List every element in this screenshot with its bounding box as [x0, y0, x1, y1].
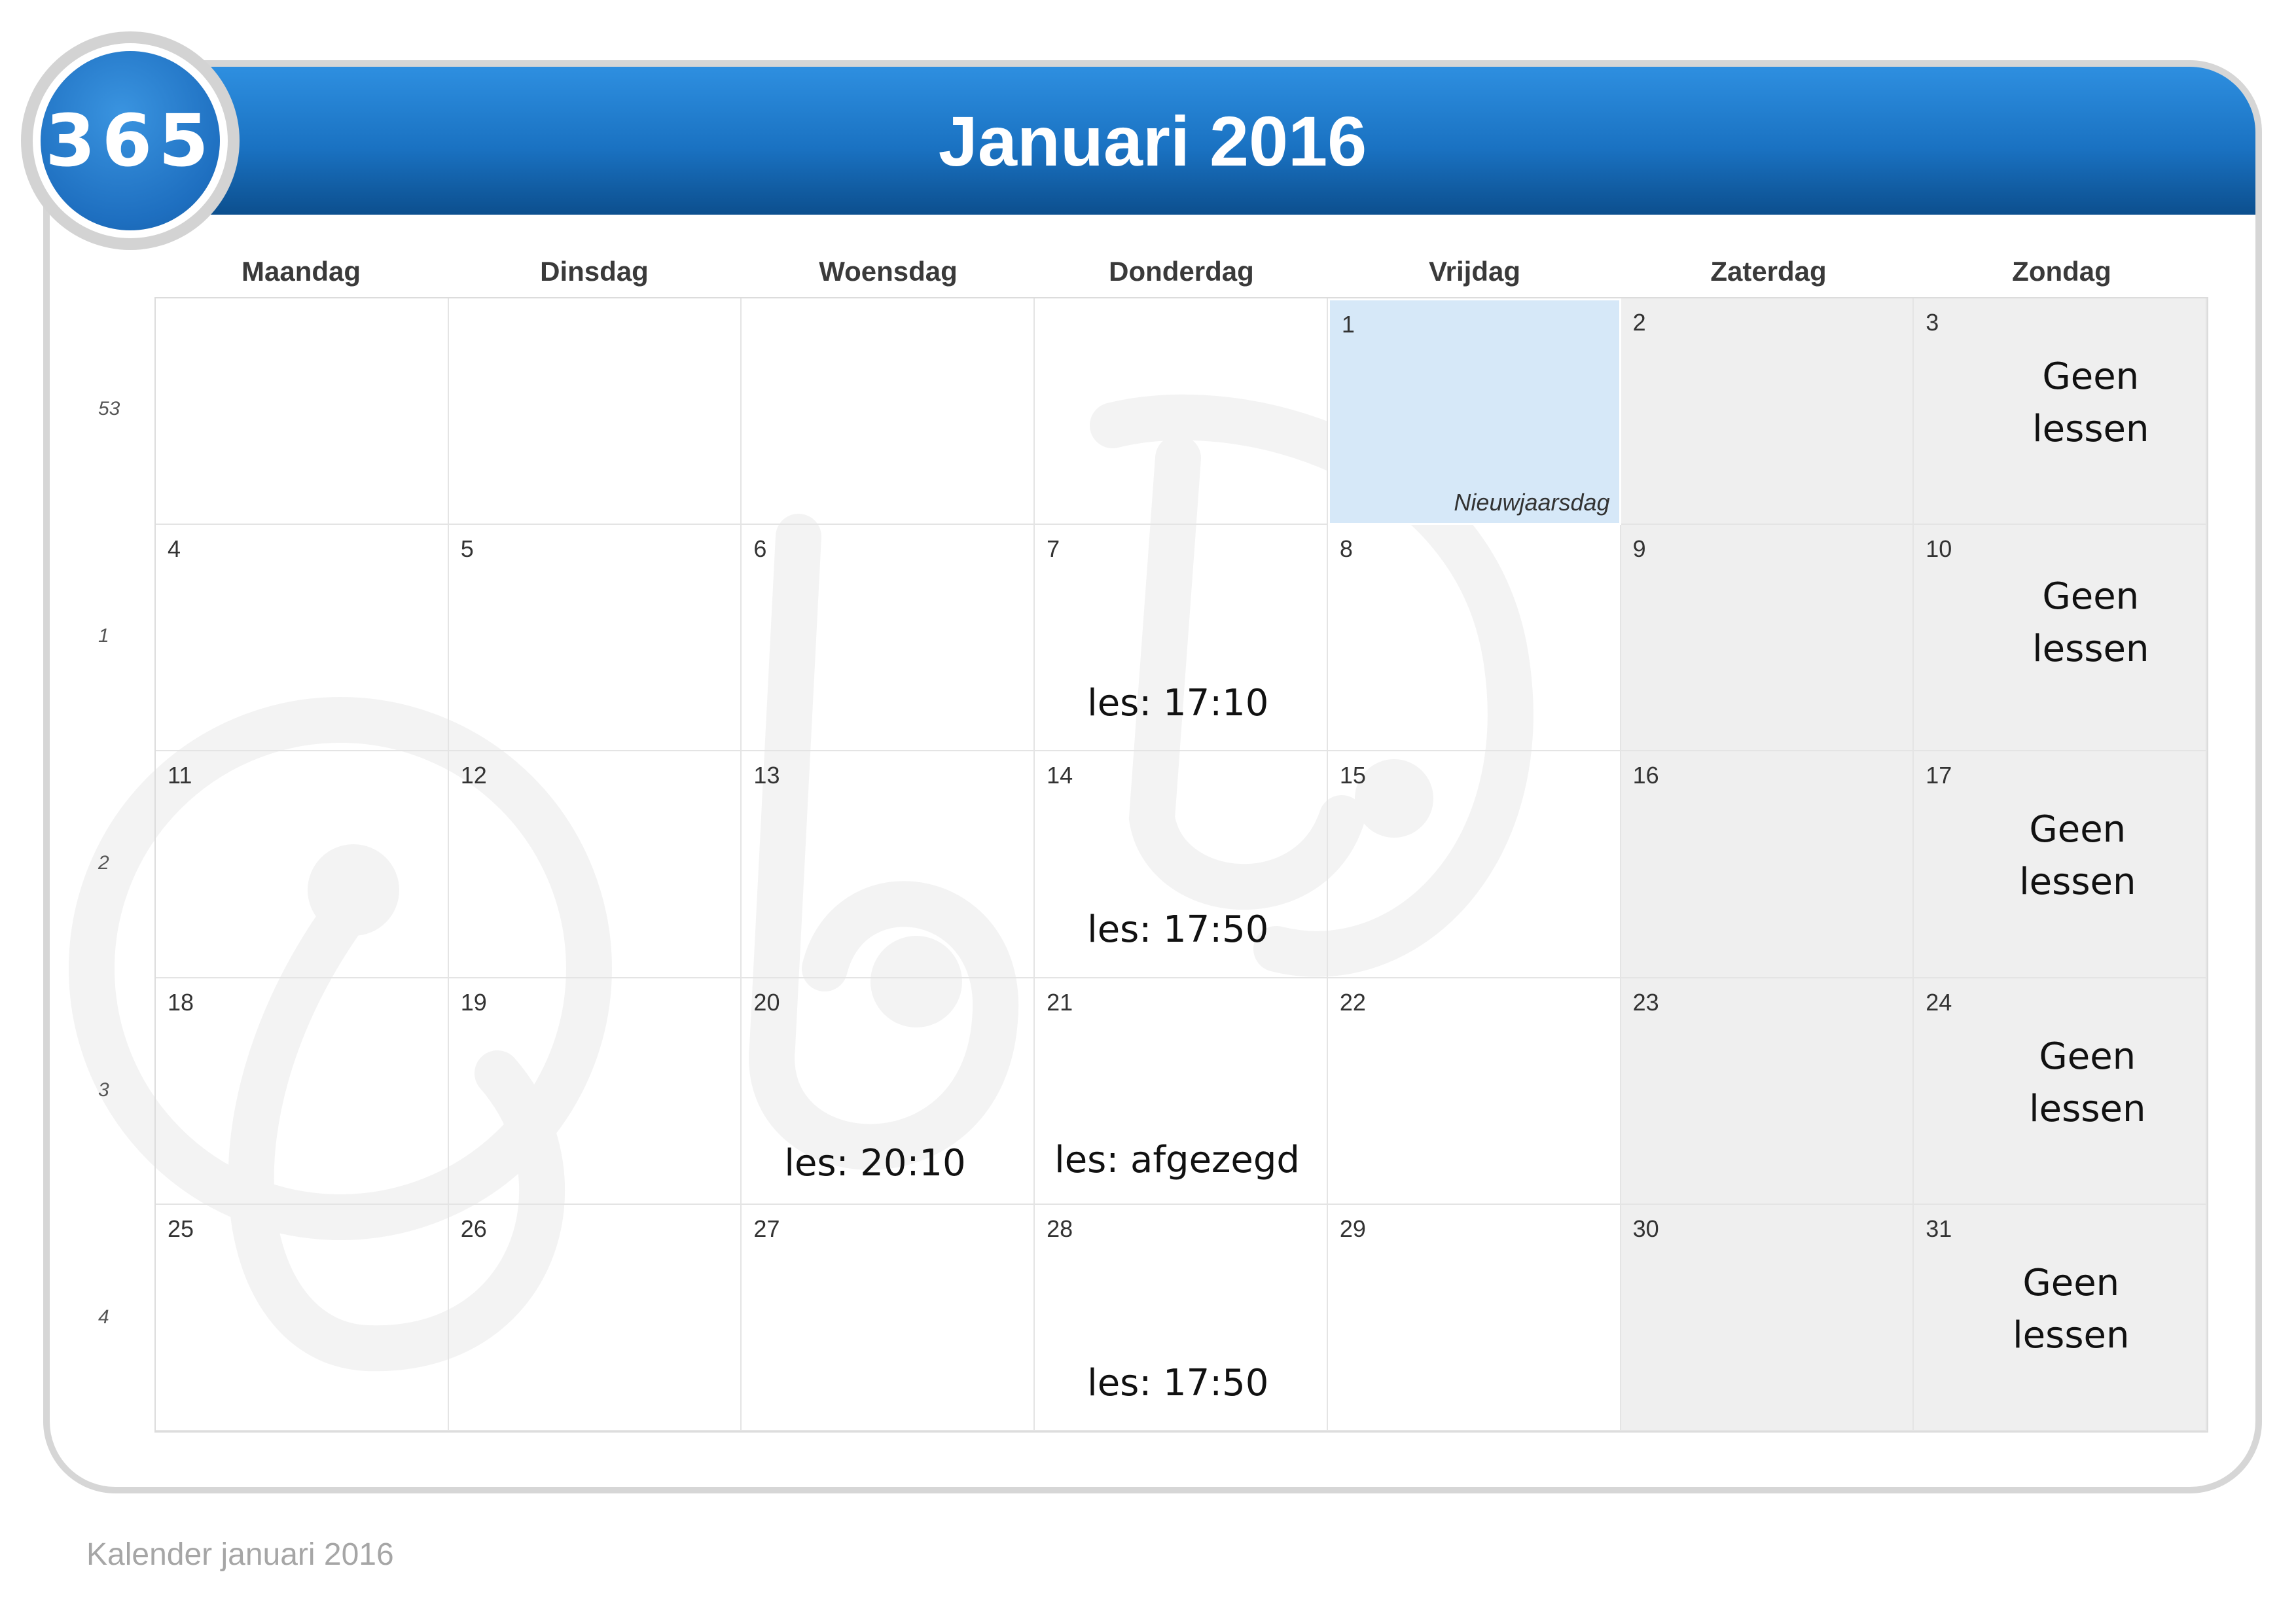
calendar-grid: 1 Nieuwjaarsdag 2 3 Geen lessen 4 5 6 7 …	[154, 297, 2208, 1433]
weekday-friday: Vrijdag	[1428, 256, 1521, 287]
day-cell-empty	[1035, 298, 1328, 526]
day-number: 5	[460, 535, 474, 563]
day-number: 21	[1047, 988, 1073, 1016]
day-number: 15	[1339, 762, 1366, 789]
day-cell-17[interactable]: 17 Geen lessen	[1914, 751, 2207, 978]
day-cell-empty	[742, 298, 1035, 526]
day-cell-25[interactable]: 25	[156, 1204, 449, 1431]
lesson-note: les: 20:10	[784, 1141, 966, 1185]
weekday-monday: Maandag	[241, 256, 361, 287]
holiday-label: Nieuwjaarsdag	[1454, 489, 1610, 516]
day-number: 30	[1632, 1215, 1659, 1242]
footer-caption: Kalender januari 2016	[86, 1537, 394, 1572]
week-number: 1	[98, 625, 109, 647]
day-number: 19	[460, 988, 487, 1016]
note-geen-lessen: Geen lessen	[2019, 808, 2136, 904]
weekday-sunday: Zondag	[2012, 256, 2111, 287]
note-geen-lessen: Geen lessen	[2013, 1261, 2130, 1357]
day-number: 26	[460, 1215, 487, 1242]
day-cell-23[interactable]: 23	[1621, 978, 1914, 1205]
note-geen-lessen: Geen lessen	[2032, 355, 2149, 450]
day-cell-11[interactable]: 11	[156, 751, 449, 978]
day-cell-30[interactable]: 30	[1621, 1204, 1914, 1431]
day-cell-26[interactable]: 26	[448, 1204, 742, 1431]
week-number: 4	[98, 1306, 109, 1328]
day-cell-22[interactable]: 22	[1327, 978, 1621, 1205]
week-number: 2	[98, 852, 109, 874]
day-number: 6	[753, 535, 767, 563]
day-number: 23	[1632, 988, 1659, 1016]
day-number: 29	[1339, 1215, 1366, 1242]
day-number: 27	[753, 1215, 780, 1242]
weekday-saturday: Zaterdag	[1710, 256, 1827, 287]
day-number: 11	[168, 762, 192, 789]
day-cell-21[interactable]: 21 les: afgezegd	[1035, 978, 1328, 1205]
day-number: 13	[753, 762, 780, 789]
week-number: 3	[98, 1079, 109, 1101]
weekday-wednesday: Woensdag	[819, 256, 958, 287]
day-cell-19[interactable]: 19	[448, 978, 742, 1205]
day-number: 22	[1339, 988, 1366, 1016]
day-cell-7[interactable]: 7 les: 17:10	[1035, 525, 1328, 752]
day-cell-18[interactable]: 18	[156, 978, 449, 1205]
day-number: 14	[1047, 762, 1073, 789]
day-number: 17	[1926, 762, 1952, 789]
day-number: 16	[1632, 762, 1659, 789]
day-cell-9[interactable]: 9	[1621, 525, 1914, 752]
day-number: 24	[1926, 988, 1952, 1016]
day-number: 12	[460, 762, 487, 789]
day-cell-20[interactable]: 20 les: 20:10	[742, 978, 1035, 1205]
day-cell-29[interactable]: 29	[1327, 1204, 1621, 1431]
day-cell-3[interactable]: 3 Geen lessen	[1914, 298, 2207, 526]
day-number: 18	[168, 988, 194, 1016]
day-cell-2[interactable]: 2	[1621, 298, 1914, 526]
day-cell-5[interactable]: 5	[448, 525, 742, 752]
note-geen-lessen: Geen lessen	[2032, 575, 2149, 671]
day-cell-8[interactable]: 8	[1327, 525, 1621, 752]
day-cell-15[interactable]: 15	[1327, 751, 1621, 978]
lesson-note: les: 17:10	[1087, 682, 1269, 725]
day-cell-12[interactable]: 12	[448, 751, 742, 978]
day-number: 2	[1632, 309, 1646, 336]
note-geen-lessen: Geen lessen	[2029, 1035, 2146, 1130]
day-number: 1	[1341, 311, 1355, 338]
day-number: 9	[1632, 535, 1646, 563]
weekday-thursday: Donderdag	[1109, 256, 1254, 287]
day-number: 20	[753, 988, 780, 1016]
day-number: 31	[1926, 1215, 1952, 1242]
day-cell-10[interactable]: 10 Geen lessen	[1914, 525, 2207, 752]
day-number: 7	[1047, 535, 1060, 563]
day-cell-1[interactable]: 1 Nieuwjaarsdag	[1327, 298, 1621, 526]
day-cell-14[interactable]: 14 les: 17:50	[1035, 751, 1328, 978]
day-cell-empty	[156, 298, 449, 526]
day-cell-13[interactable]: 13	[742, 751, 1035, 978]
day-cell-6[interactable]: 6	[742, 525, 1035, 752]
lesson-note: les: 17:50	[1087, 1361, 1269, 1404]
week-number: 53	[98, 398, 120, 419]
day-cell-24[interactable]: 24 Geen lessen	[1914, 978, 2207, 1205]
day-cell-16[interactable]: 16	[1621, 751, 1914, 978]
day-number: 25	[168, 1215, 194, 1242]
day-cell-4[interactable]: 4	[156, 525, 449, 752]
day-number: 8	[1339, 535, 1353, 563]
day-cell-27[interactable]: 27	[742, 1204, 1035, 1431]
day-number: 28	[1047, 1215, 1073, 1242]
day-cell-empty	[448, 298, 742, 526]
day-number: 10	[1926, 535, 1952, 563]
weekday-tuesday: Dinsdag	[540, 256, 649, 287]
day-number: 3	[1926, 309, 1939, 336]
lesson-note: les: afgezegd	[1054, 1138, 1300, 1181]
day-number: 4	[168, 535, 181, 563]
day-cell-31[interactable]: 31 Geen lessen	[1914, 1204, 2207, 1431]
lesson-note: les: 17:50	[1087, 908, 1269, 952]
day-cell-28[interactable]: 28 les: 17:50	[1035, 1204, 1328, 1431]
